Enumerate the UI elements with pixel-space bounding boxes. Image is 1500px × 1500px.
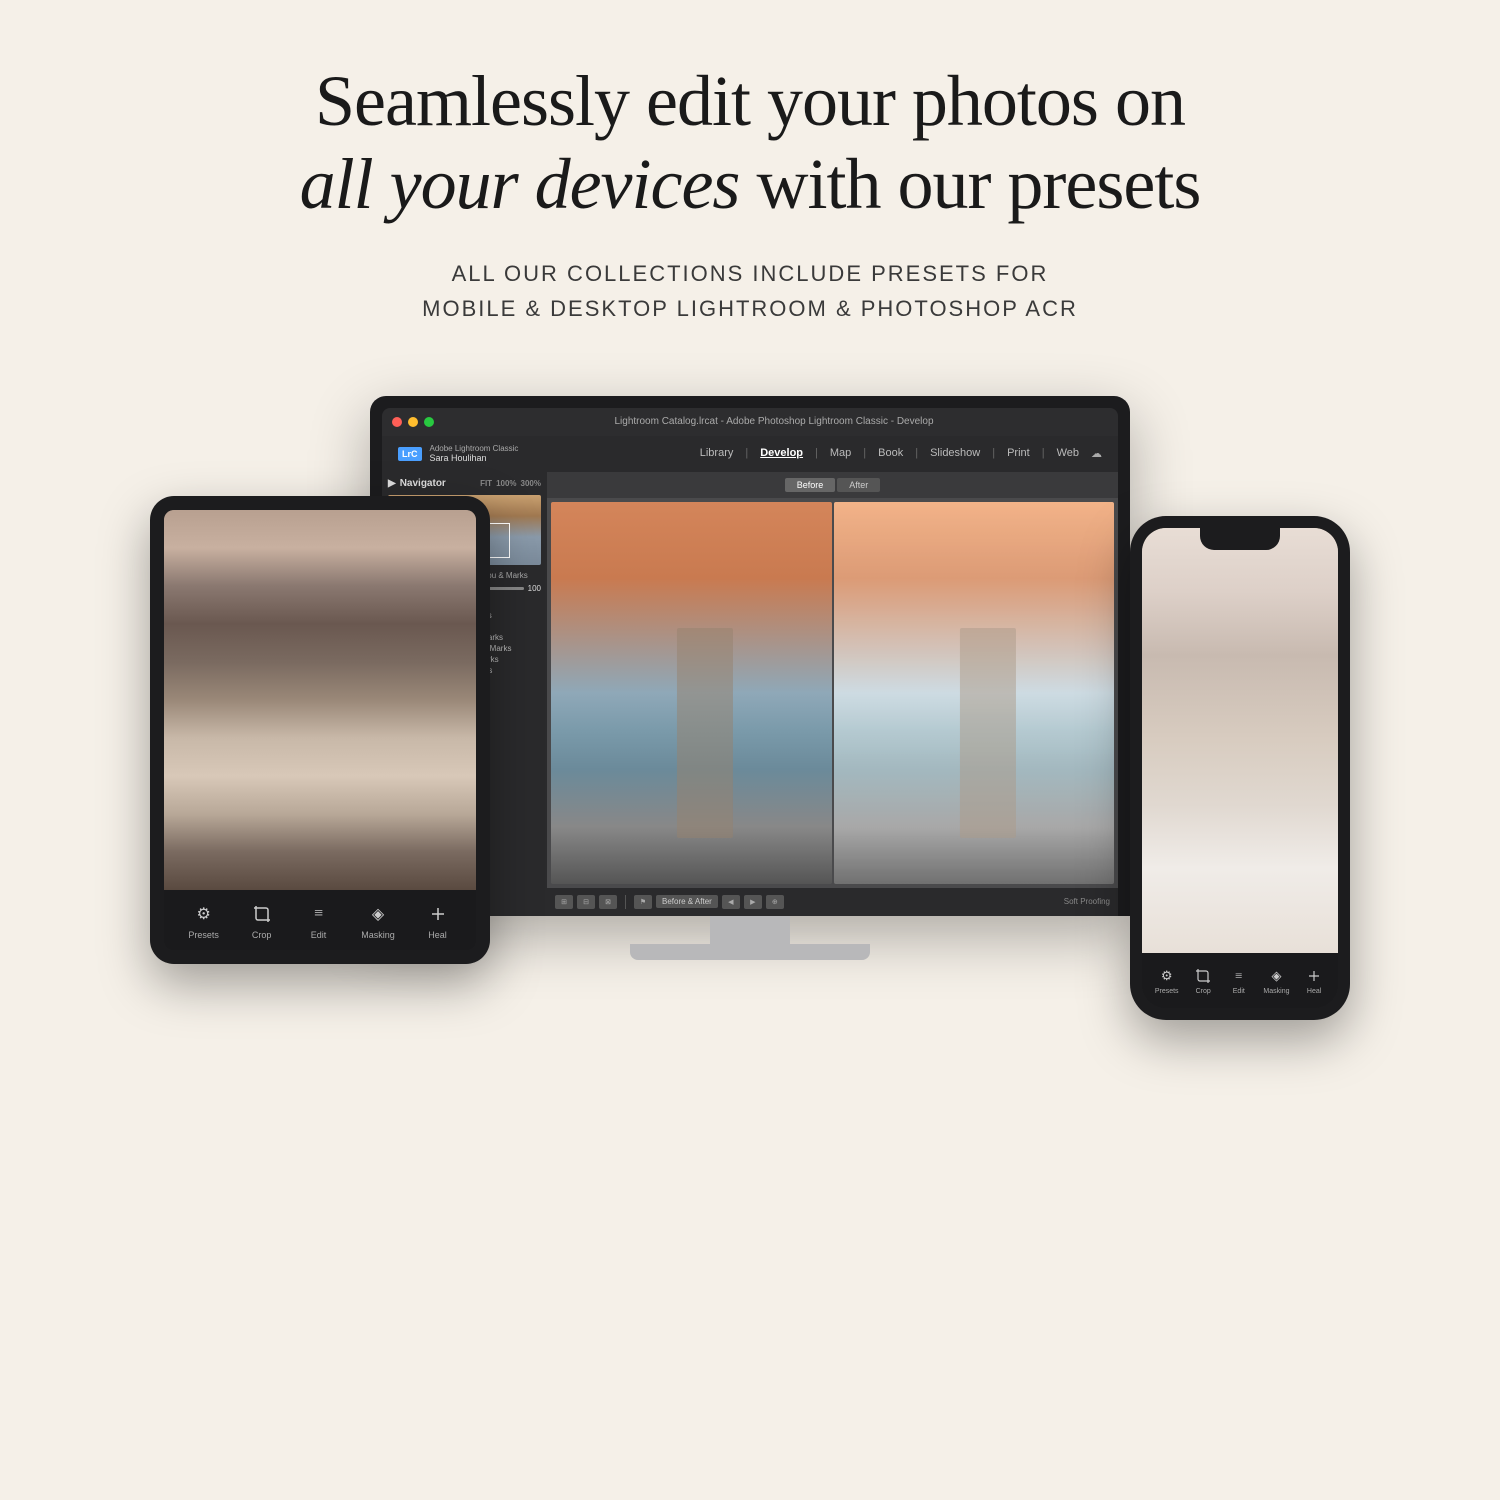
nav-separator6: | bbox=[1042, 447, 1045, 460]
lr-navigator-title: ▶ Navigator FIT 100% 300% bbox=[388, 478, 541, 489]
mac-window-title: Lightroom Catalog.lrcat - Adobe Photosho… bbox=[440, 416, 1108, 427]
lr-toolbar-zoom[interactable]: ⊠ bbox=[599, 895, 617, 909]
ipad-screen: ‹ ◉ ☺ ★ ☁ ••• ⚙ P bbox=[164, 510, 476, 950]
devices-container: Lightroom Catalog.lrcat - Adobe Photosho… bbox=[150, 396, 1350, 1146]
lr-user-name: Sara Houlihan bbox=[430, 453, 519, 463]
presets-icon: ⚙ bbox=[190, 900, 218, 928]
iphone-photo: 9:41 ▌▌▌ WiFi 🔋 ◉ ☺ ☁ ✕ bbox=[1142, 528, 1338, 953]
iphone: 9:41 ▌▌▌ WiFi 🔋 ◉ ☺ ☁ ✕ bbox=[1130, 516, 1350, 1020]
ipad-tool-heal[interactable]: Heal bbox=[424, 900, 452, 940]
traffic-light-red[interactable] bbox=[392, 417, 402, 427]
lr-photo-before bbox=[551, 502, 832, 884]
ipad-bottom-bar: ⚙ Presets Crop bbox=[164, 890, 476, 950]
page-wrapper: Seamlessly edit your photos on all your … bbox=[0, 0, 1500, 1500]
lr-after-btn[interactable]: After bbox=[837, 478, 880, 492]
nav-separator3: | bbox=[863, 447, 866, 460]
iphone-masking-icon: ◈ bbox=[1265, 965, 1287, 987]
lr-tab-slideshow[interactable]: Slideshow bbox=[930, 447, 980, 460]
edit-icon: ≡ bbox=[304, 900, 332, 928]
lr-soft-proofing[interactable]: Soft Proofing bbox=[1064, 897, 1110, 906]
subtitle-line1: ALL OUR COLLECTIONS INCLUDE PRESETS FOR bbox=[422, 256, 1078, 291]
iphone-heal-icon bbox=[1303, 965, 1325, 987]
iphone-tool-masking[interactable]: ◈ Masking bbox=[1263, 965, 1289, 995]
lr-ba-select[interactable]: Before & After bbox=[656, 895, 718, 908]
lr-cloud-icon: ☁ bbox=[1091, 447, 1102, 460]
lr-toolbar-import[interactable]: ⊕ bbox=[766, 895, 784, 909]
lr-toolbar-flag[interactable]: ⚑ bbox=[634, 895, 652, 909]
toolbar-divider bbox=[625, 895, 626, 909]
lr-zoom-label: 100% bbox=[496, 479, 516, 488]
lr-toolbar-prev[interactable]: ◀ bbox=[722, 895, 740, 909]
lr-main-content: Before After bbox=[547, 472, 1118, 916]
iphone-crop-icon bbox=[1192, 965, 1214, 987]
crop-icon bbox=[248, 900, 276, 928]
nav-separator2: | bbox=[815, 447, 818, 460]
lr-toolbar-next[interactable]: ▶ bbox=[744, 895, 762, 909]
ipad-photo: ‹ ◉ ☺ ★ ☁ ••• bbox=[164, 510, 476, 890]
iphone-tool-presets[interactable]: ⚙ Presets bbox=[1155, 965, 1179, 995]
lr-toolbar-compare[interactable]: ⊟ bbox=[577, 895, 595, 909]
mac-titlebar: Lightroom Catalog.lrcat - Adobe Photosho… bbox=[382, 408, 1118, 436]
photo-figure-before bbox=[677, 628, 733, 838]
lr-content: ▶ Navigator FIT 100% 300% bbox=[382, 472, 1118, 916]
ipad-wedding-bg bbox=[164, 510, 476, 890]
lr-photo-after bbox=[834, 502, 1115, 884]
photo-figure-after bbox=[960, 628, 1016, 838]
masking-icon: ◈ bbox=[364, 900, 392, 928]
ipad-tool-edit[interactable]: ≡ Edit bbox=[304, 900, 332, 940]
traffic-light-yellow[interactable] bbox=[408, 417, 418, 427]
lr-logo: LrC bbox=[398, 447, 422, 461]
subtitle-line2: MOBILE & DESKTOP LIGHTROOM & PHOTOSHOP A… bbox=[422, 291, 1078, 326]
ipad-tool-crop[interactable]: Crop bbox=[248, 900, 276, 940]
ipad-body: ‹ ◉ ☺ ★ ☁ ••• ⚙ P bbox=[150, 496, 490, 964]
lr-zoom2-label: 300% bbox=[521, 479, 541, 488]
nav-separator: | bbox=[745, 447, 748, 460]
iphone-tool-heal[interactable]: Heal bbox=[1303, 965, 1325, 995]
lr-toolbar-grid[interactable]: ⊞ bbox=[555, 895, 573, 909]
headline-italic: all your devices bbox=[300, 144, 740, 224]
nav-separator5: | bbox=[992, 447, 995, 460]
iphone-notch bbox=[1200, 528, 1280, 550]
navigator-triangle-icon: ▶ bbox=[388, 478, 396, 489]
traffic-light-green[interactable] bbox=[424, 417, 434, 427]
lr-app-name: Adobe Lightroom Classic bbox=[430, 444, 519, 453]
iphone-woman-bg bbox=[1142, 528, 1338, 953]
headline-line1: Seamlessly edit your photos on bbox=[315, 61, 1185, 141]
iphone-tool-crop[interactable]: Crop bbox=[1192, 965, 1214, 995]
iphone-body: 9:41 ▌▌▌ WiFi 🔋 ◉ ☺ ☁ ✕ bbox=[1130, 516, 1350, 1020]
iphone-edit-icon: ≡ bbox=[1228, 965, 1250, 987]
nav-separator4: | bbox=[915, 447, 918, 460]
mac-stand-neck bbox=[710, 916, 790, 944]
lr-tab-library[interactable]: Library bbox=[700, 447, 734, 460]
heal-icon bbox=[424, 900, 452, 928]
lr-tab-map[interactable]: Map bbox=[830, 447, 851, 460]
lightroom-ui: LrC Adobe Lightroom Classic Sara Houliha… bbox=[382, 436, 1118, 916]
lr-fit-label: FIT bbox=[480, 479, 492, 488]
iphone-presets-icon: ⚙ bbox=[1156, 965, 1178, 987]
headline-rest: with our presets bbox=[739, 144, 1200, 224]
iphone-tool-edit[interactable]: ≡ Edit bbox=[1228, 965, 1250, 995]
subtitle: ALL OUR COLLECTIONS INCLUDE PRESETS FOR … bbox=[422, 256, 1078, 326]
lr-before-btn[interactable]: Before bbox=[785, 478, 836, 492]
ipad-tool-presets[interactable]: ⚙ Presets bbox=[188, 900, 219, 940]
lr-before-after: Before After bbox=[547, 472, 1118, 498]
lr-top-bar: LrC Adobe Lightroom Classic Sara Houliha… bbox=[382, 436, 1118, 472]
lr-nav-tabs: Library | Develop | Map | Book | Slidesh… bbox=[700, 447, 1102, 460]
ipad-tool-masking[interactable]: ◈ Masking bbox=[361, 900, 395, 940]
mac-stand-base bbox=[630, 944, 870, 960]
lr-tab-print[interactable]: Print bbox=[1007, 447, 1030, 460]
lr-photos bbox=[547, 498, 1118, 888]
ipad: ‹ ◉ ☺ ★ ☁ ••• ⚙ P bbox=[150, 496, 490, 964]
iphone-bottom-bar: ⚙ Presets Crop bbox=[1142, 953, 1338, 1008]
iphone-screen: 9:41 ▌▌▌ WiFi 🔋 ◉ ☺ ☁ ✕ bbox=[1142, 528, 1338, 1008]
lr-tab-web[interactable]: Web bbox=[1057, 447, 1079, 460]
lr-bottom-toolbar: ⊞ ⊟ ⊠ ⚑ Before & After ◀ ▶ ⊕ Soft Proofi… bbox=[547, 888, 1118, 916]
lr-tab-book[interactable]: Book bbox=[878, 447, 903, 460]
lr-tab-develop[interactable]: Develop bbox=[760, 447, 803, 460]
headline: Seamlessly edit your photos on all your … bbox=[300, 60, 1201, 226]
